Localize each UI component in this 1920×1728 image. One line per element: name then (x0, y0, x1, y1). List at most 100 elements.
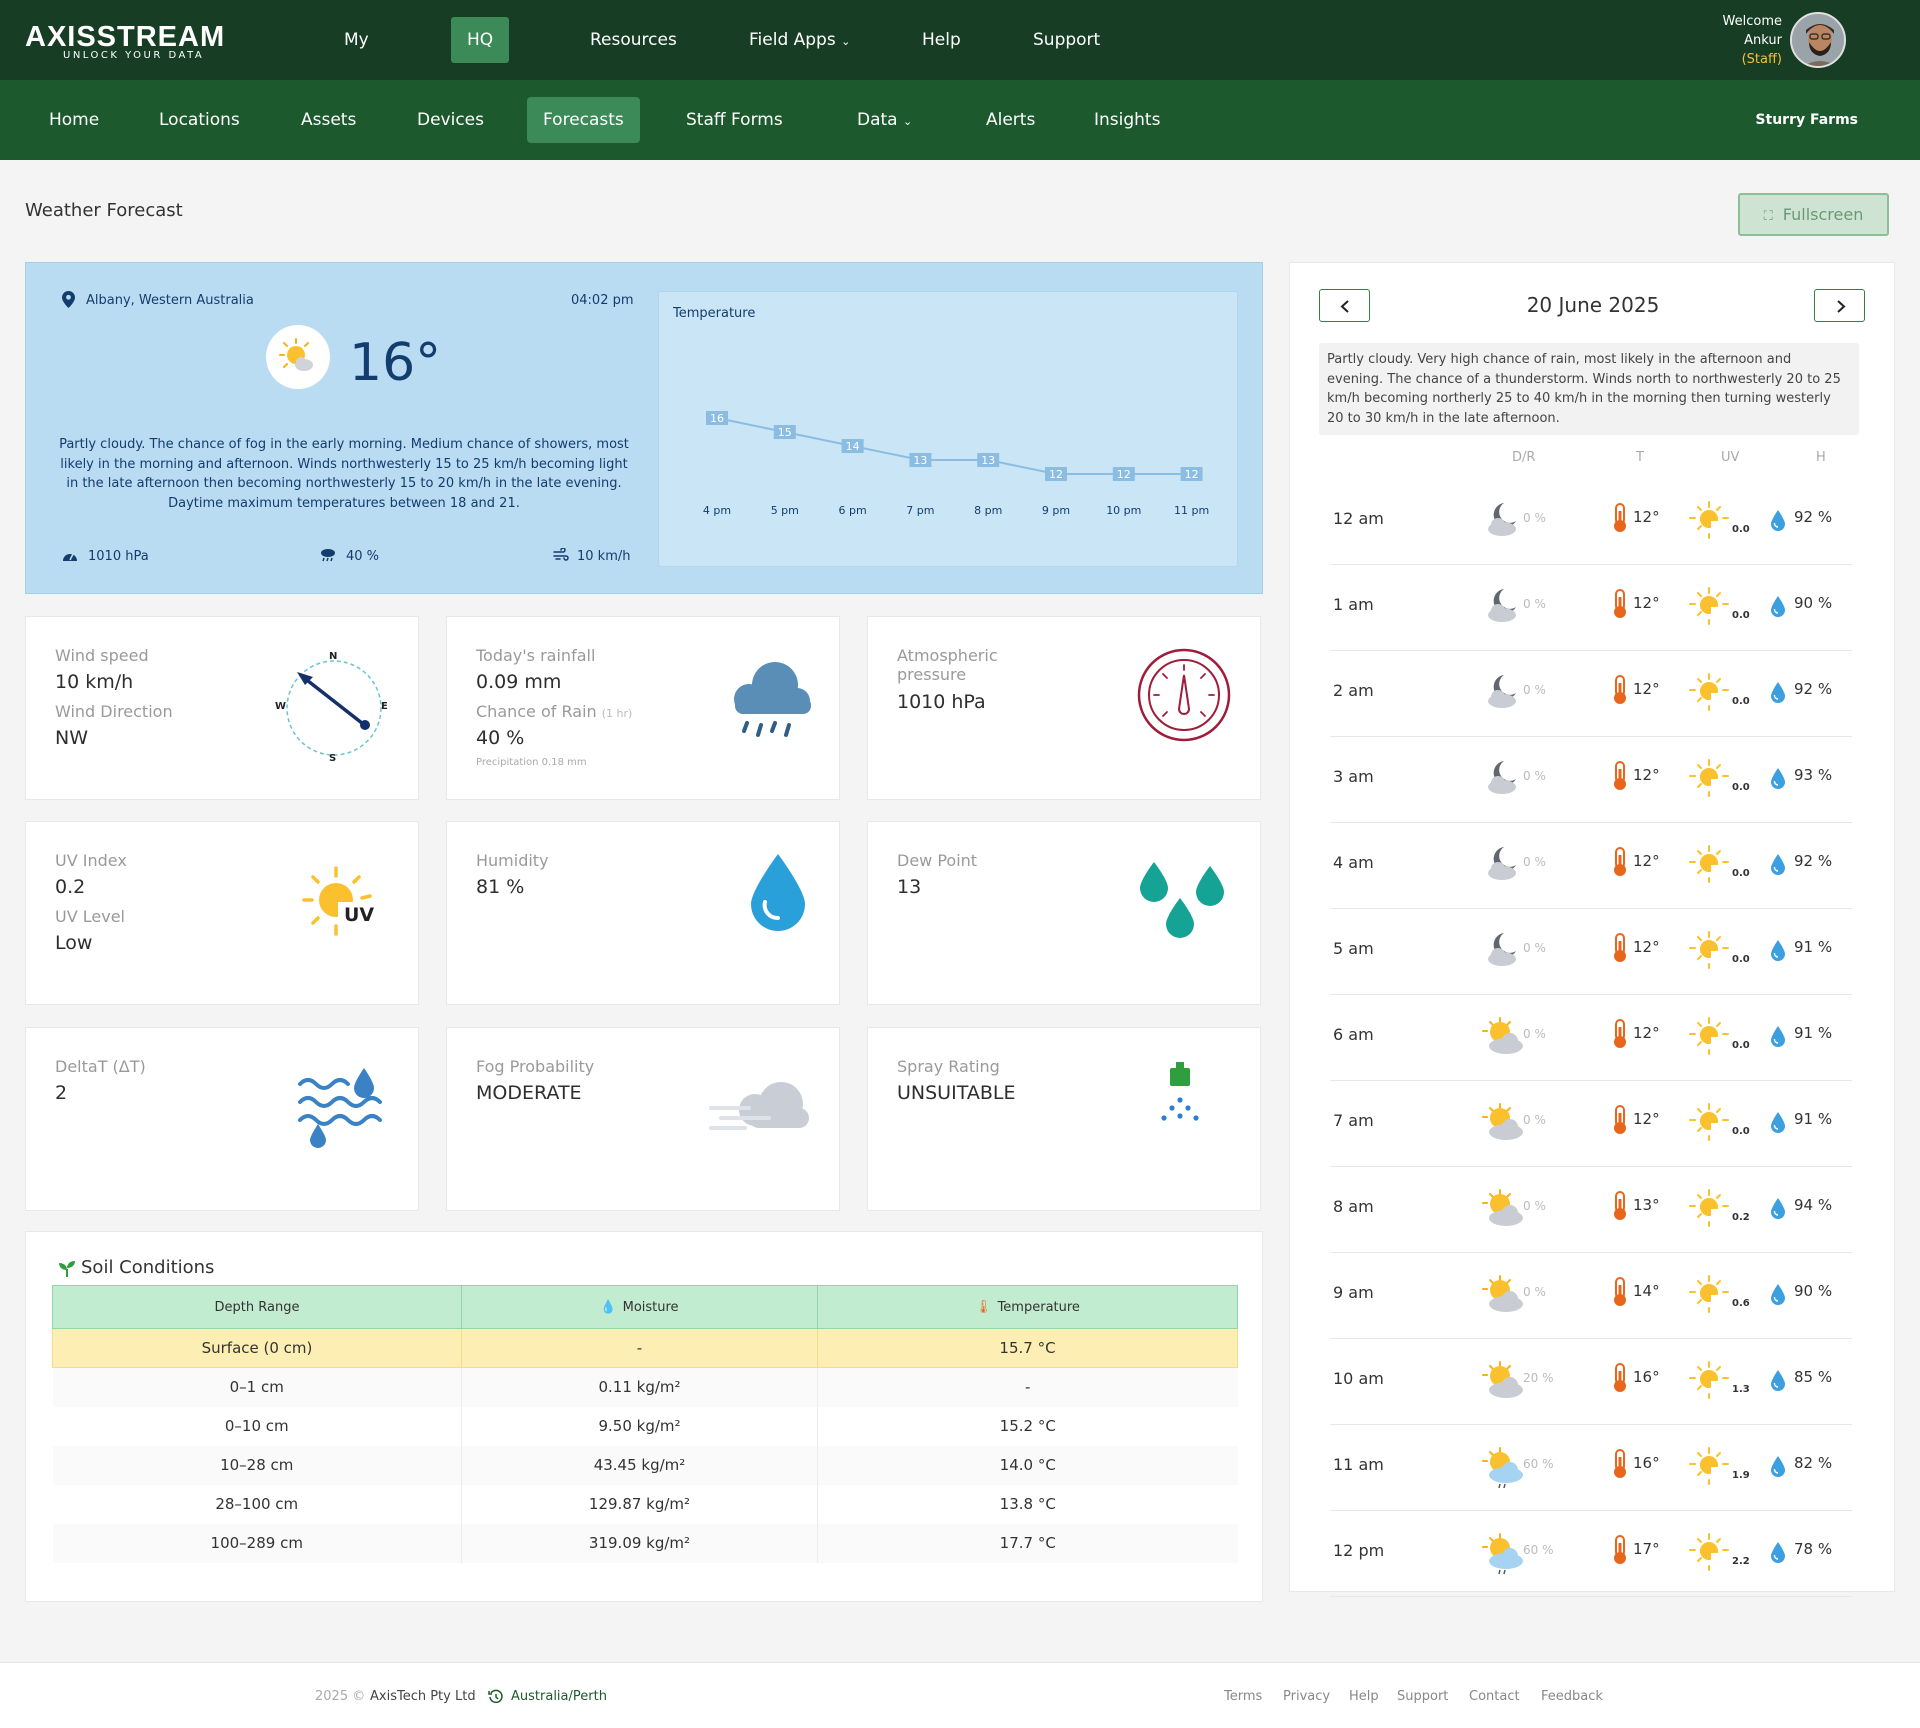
moon-cloud-icon (1482, 845, 1522, 885)
subnav-data-label: Data (857, 110, 898, 130)
footer-link-feedback[interactable]: Feedback (1541, 1689, 1603, 1704)
hour-rain-chance: 0 % (1523, 1285, 1546, 1299)
nav-my[interactable]: My (344, 0, 369, 80)
brand-name: AXISSTREAM (25, 21, 226, 53)
pressure-label: Atmospheric pressure (897, 646, 998, 684)
rain-cloud-icon (717, 657, 817, 751)
moon-cloud-icon (1482, 501, 1522, 541)
uv-sun-icon (1689, 844, 1731, 888)
user-welcome[interactable]: Welcome Ankur (Staff) (1723, 12, 1782, 69)
thermometer-icon (1612, 503, 1628, 537)
subnav-home[interactable]: Home (49, 80, 99, 160)
humidity-drop-icon (1770, 853, 1786, 879)
nav-help[interactable]: Help (922, 0, 961, 80)
subnav-devices[interactable]: Devices (417, 80, 484, 160)
subnav-insights[interactable]: Insights (1094, 80, 1160, 160)
data-label: 12 (1049, 468, 1063, 481)
nav-field-apps[interactable]: Field Apps ⌄ (749, 0, 850, 80)
footer-link-terms[interactable]: Terms (1224, 1689, 1262, 1704)
nav-support[interactable]: Support (1033, 0, 1100, 80)
thermometer-icon (1612, 1191, 1628, 1225)
subnav-alerts[interactable]: Alerts (986, 80, 1035, 160)
temperature-chart: Temperature 16 4 pm 15 5 pm 14 6 pm 13 7 pm 13 8 … (658, 291, 1238, 567)
thermometer-icon: 🌡 (975, 1299, 992, 1315)
data-label: 12 (1185, 468, 1199, 481)
fullscreen-button[interactable]: ⛶ Fullscreen (1738, 193, 1889, 236)
data-label: 16 (710, 412, 724, 425)
humidity-drop-icon (1770, 509, 1786, 535)
subnav-data[interactable]: Data ⌄ (857, 80, 912, 160)
cell-depth: 100–289 cm (52, 1523, 462, 1563)
forecast-date: 20 June 2025 (1526, 293, 1660, 317)
hour-rain-chance: 60 % (1523, 1457, 1554, 1471)
hour-row: 2 am 0 % 12° 0.0 92 % (1330, 651, 1852, 737)
footer-link-help[interactable]: Help (1349, 1689, 1379, 1704)
uv-sun-icon (1689, 1446, 1731, 1490)
hour-humidity: 91 % (1794, 1024, 1833, 1042)
footer-link-support[interactable]: Support (1397, 1689, 1448, 1704)
uv-level-value: Low (55, 932, 93, 954)
cell-moisture: 129.87 kg/m² (461, 1484, 818, 1524)
cell-moisture: - (461, 1328, 818, 1368)
table-row: 28–100 cm 129.87 kg/m² 13.8 °C (52, 1484, 1238, 1524)
hour-uv: 0.6 (1732, 1298, 1750, 1309)
subnav-forecasts[interactable]: Forecasts (527, 97, 640, 143)
humidity-drop-icon (1770, 1025, 1786, 1051)
compass-south: S (329, 753, 337, 764)
x-tick-label: 11 pm (1174, 504, 1209, 517)
user-name: Ankur (1744, 33, 1782, 48)
humidity-drop-icon (1770, 1197, 1786, 1223)
current-description: Partly cloudy. The chance of fog in the … (59, 437, 629, 511)
subnav-staff-forms[interactable]: Staff Forms (686, 80, 783, 160)
brand-logo[interactable]: AXISSTREAM UNLOCK YOUR DATA (25, 22, 225, 61)
hour-time: 3 am (1333, 767, 1374, 786)
sun-cloud-icon (1482, 1103, 1526, 1145)
subnav-assets[interactable]: Assets (301, 80, 356, 160)
footer-timezone[interactable]: Australia/Perth (511, 1689, 607, 1704)
uv-sun-icon (1689, 586, 1731, 630)
nav-resources[interactable]: Resources (590, 0, 677, 80)
hour-temperature: 12° (1633, 852, 1660, 870)
rainfall-card: Today's rainfall 0.09 mm Chance of Rain … (446, 616, 840, 800)
hour-time: 2 am (1333, 681, 1374, 700)
dew-point-value: 13 (897, 876, 922, 898)
fog-label: Fog Probability (476, 1057, 595, 1076)
uv-sun-icon (1689, 1274, 1731, 1318)
humidity-value: 81 % (476, 876, 525, 898)
hour-humidity: 94 % (1794, 1196, 1833, 1214)
cell-moisture: 0.11 kg/m² (461, 1367, 818, 1407)
col-day-rain: D/R (1512, 450, 1536, 465)
spray-value: UNSUITABLE (897, 1082, 1016, 1104)
hour-rain-chance: 0 % (1523, 597, 1546, 611)
hour-humidity: 92 % (1794, 508, 1833, 526)
footer-company[interactable]: AxisTech Pty Ltd (370, 1689, 476, 1704)
thermometer-icon (1612, 847, 1628, 881)
uv-sun-icon (1689, 1188, 1731, 1232)
farm-selector[interactable]: Sturry Farms (1755, 80, 1858, 160)
user-role: (Staff) (1741, 52, 1782, 67)
footer-link-contact[interactable]: Contact (1469, 1689, 1520, 1704)
table-row: 100–289 cm 319.09 kg/m² 17.7 °C (52, 1523, 1238, 1563)
next-day-button[interactable] (1814, 289, 1865, 322)
subnav-locations[interactable]: Locations (159, 80, 240, 160)
cell-moisture: 43.45 kg/m² (461, 1445, 818, 1485)
nav-hq[interactable]: HQ (451, 17, 510, 63)
hour-rain-chance: 0 % (1523, 511, 1546, 525)
uv-level-label: UV Level (55, 907, 125, 926)
x-tick-label: 4 pm (703, 504, 731, 517)
soil-table: Depth Range 💧 Moisture 🌡 Temperature Surfa… (52, 1285, 1238, 1563)
hour-humidity: 78 % (1794, 1540, 1833, 1558)
rain-chance-value: 40 % (346, 549, 380, 564)
hour-uv: 1.9 (1732, 1470, 1750, 1481)
hour-temperature: 16° (1633, 1454, 1660, 1472)
hour-temperature: 12° (1633, 1110, 1660, 1128)
table-row: 10–28 cm 43.45 kg/m² 14.0 °C (52, 1445, 1238, 1485)
thermometer-icon (1612, 1363, 1628, 1397)
soil-conditions-panel: Soil Conditions Depth Range 💧 Moisture 🌡 T… (25, 1231, 1263, 1602)
footer-link-privacy[interactable]: Privacy (1283, 1689, 1330, 1704)
humidity-drop-icon (1770, 1369, 1786, 1395)
cell-temperature: 13.8 °C (999, 1495, 1056, 1513)
avatar[interactable] (1790, 12, 1846, 68)
cell-depth: 28–100 cm (52, 1484, 462, 1524)
hour-time: 5 am (1333, 939, 1374, 958)
